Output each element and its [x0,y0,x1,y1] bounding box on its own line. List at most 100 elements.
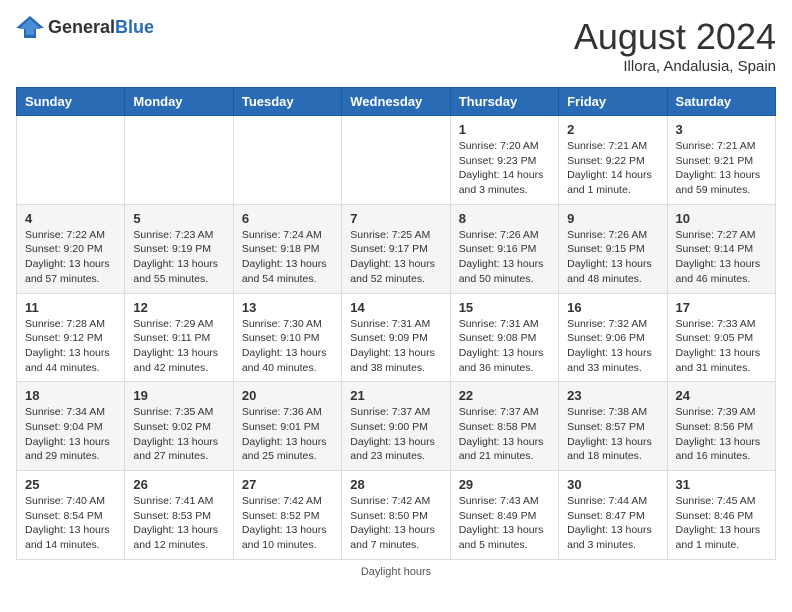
day-number: 27 [242,477,333,492]
calendar-day-cell: 16 Sunrise: 7:32 AM Sunset: 9:06 PM Dayli… [559,293,667,382]
calendar-day-cell: 25Sunrise: 7:40 AM Sunset: 8:54 PM Dayli… [17,471,125,560]
logo: GeneralBlue [16,16,154,38]
day-number: 23 [567,388,658,403]
day-number: 8 [459,211,550,226]
day-number: 2 [567,122,658,137]
day-info: Sunrise: 7:45 AM Sunset: 8:46 PM Dayligh… [676,494,767,553]
day-number: 12 [133,300,224,315]
day-info: Sunrise: 7:22 AM Sunset: 9:20 PM Dayligh… [25,228,116,287]
calendar-day-cell: 28 Sunrise: 7:42 AM Sunset: 8:50 PM Dayli… [342,471,450,560]
day-number: 19 [133,388,224,403]
day-info: Sunrise: 7:26 AM Sunset: 9:15 PM Dayligh… [567,228,658,287]
calendar-day-cell [17,116,125,205]
day-info: Sunrise: 7:28 AM Sunset: 9:12 PM Dayligh… [25,317,116,376]
day-info: Sunrise: 7:33 AM Sunset: 9:05 PM Dayligh… [676,317,767,376]
calendar-day-cell: 7 Sunrise: 7:25 AM Sunset: 9:17 PM Daylig… [342,204,450,293]
calendar-day-cell: 3 Sunrise: 7:21 AM Sunset: 9:21 PM Daylig… [667,116,775,205]
calendar-header-row: Sunday Monday Tuesday Wednesday Thursday… [17,88,776,116]
header-thursday: Thursday [450,88,558,116]
calendar-day-cell: 6Sunrise: 7:24 AM Sunset: 9:18 PM Daylig… [233,204,341,293]
calendar-week-row: 18Sunrise: 7:34 AM Sunset: 9:04 PM Dayli… [17,382,776,471]
footer-note: Daylight hours [16,566,776,578]
day-number: 10 [676,211,767,226]
day-info: Sunrise: 7:30 AM Sunset: 9:10 PM Dayligh… [242,317,333,376]
calendar-day-cell: 15 Sunrise: 7:31 AM Sunset: 9:08 PM Dayli… [450,293,558,382]
calendar-table: Sunday Monday Tuesday Wednesday Thursday… [16,87,776,560]
day-info: Sunrise: 7:42 AM Sunset: 8:50 PM Dayligh… [350,494,441,553]
calendar-day-cell: 17 Sunrise: 7:33 AM Sunset: 9:05 PM Dayli… [667,293,775,382]
title-section: August 2024 Illora, Andalusia, Spain [574,16,776,75]
calendar-day-cell: 2 Sunrise: 7:21 AM Sunset: 9:22 PM Daylig… [559,116,667,205]
calendar-week-row: 25Sunrise: 7:40 AM Sunset: 8:54 PM Dayli… [17,471,776,560]
day-info: Sunrise: 7:35 AM Sunset: 9:02 PM Dayligh… [133,405,224,464]
day-number: 1 [459,122,550,137]
calendar-day-cell: 5 Sunrise: 7:23 AM Sunset: 9:19 PM Daylig… [125,204,233,293]
calendar-day-cell: 22 Sunrise: 7:37 AM Sunset: 8:58 PM Dayli… [450,382,558,471]
header-monday: Monday [125,88,233,116]
day-number: 13 [242,300,333,315]
calendar-day-cell: 8 Sunrise: 7:26 AM Sunset: 9:16 PM Daylig… [450,204,558,293]
logo-blue: Blue [115,17,154,37]
day-info: Sunrise: 7:31 AM Sunset: 9:09 PM Dayligh… [350,317,441,376]
calendar-day-cell: 30Sunrise: 7:44 AM Sunset: 8:47 PM Dayli… [559,471,667,560]
day-info: Sunrise: 7:21 AM Sunset: 9:21 PM Dayligh… [676,139,767,198]
day-info: Sunrise: 7:37 AM Sunset: 8:58 PM Dayligh… [459,405,550,464]
day-info: Sunrise: 7:25 AM Sunset: 9:17 PM Dayligh… [350,228,441,287]
calendar-day-cell: 14Sunrise: 7:31 AM Sunset: 9:09 PM Dayli… [342,293,450,382]
header-sunday: Sunday [17,88,125,116]
day-number: 3 [676,122,767,137]
month-year: August 2024 [574,16,776,58]
day-info: Sunrise: 7:31 AM Sunset: 9:08 PM Dayligh… [459,317,550,376]
calendar-day-cell: 4 Sunrise: 7:22 AM Sunset: 9:20 PM Daylig… [17,204,125,293]
calendar-day-cell [233,116,341,205]
day-number: 16 [567,300,658,315]
calendar-day-cell: 1Sunrise: 7:20 AM Sunset: 9:23 PM Daylig… [450,116,558,205]
day-info: Sunrise: 7:23 AM Sunset: 9:19 PM Dayligh… [133,228,224,287]
day-info: Sunrise: 7:32 AM Sunset: 9:06 PM Dayligh… [567,317,658,376]
day-info: Sunrise: 7:21 AM Sunset: 9:22 PM Dayligh… [567,139,658,198]
day-info: Sunrise: 7:27 AM Sunset: 9:14 PM Dayligh… [676,228,767,287]
calendar-day-cell: 26 Sunrise: 7:41 AM Sunset: 8:53 PM Dayli… [125,471,233,560]
calendar-day-cell: 20Sunrise: 7:36 AM Sunset: 9:01 PM Dayli… [233,382,341,471]
header-wednesday: Wednesday [342,88,450,116]
day-number: 15 [459,300,550,315]
calendar-week-row: 11 Sunrise: 7:28 AM Sunset: 9:12 PM Dayli… [17,293,776,382]
day-number: 4 [25,211,116,226]
page-header: GeneralBlue August 2024 Illora, Andalusi… [16,16,776,75]
calendar-day-cell: 10 Sunrise: 7:27 AM Sunset: 9:14 PM Dayli… [667,204,775,293]
day-info: Sunrise: 7:24 AM Sunset: 9:18 PM Dayligh… [242,228,333,287]
day-info: Sunrise: 7:44 AM Sunset: 8:47 PM Dayligh… [567,494,658,553]
logo-general: General [48,17,115,37]
day-info: Sunrise: 7:39 AM Sunset: 8:56 PM Dayligh… [676,405,767,464]
calendar-day-cell: 19 Sunrise: 7:35 AM Sunset: 9:02 PM Dayli… [125,382,233,471]
day-number: 28 [350,477,441,492]
calendar-week-row: 1Sunrise: 7:20 AM Sunset: 9:23 PM Daylig… [17,116,776,205]
calendar-day-cell [125,116,233,205]
day-number: 29 [459,477,550,492]
calendar-day-cell: 18Sunrise: 7:34 AM Sunset: 9:04 PM Dayli… [17,382,125,471]
header-tuesday: Tuesday [233,88,341,116]
calendar-day-cell: 12Sunrise: 7:29 AM Sunset: 9:11 PM Dayli… [125,293,233,382]
calendar-day-cell: 27 Sunrise: 7:42 AM Sunset: 8:52 PM Dayli… [233,471,341,560]
day-number: 5 [133,211,224,226]
calendar-day-cell: 29Sunrise: 7:43 AM Sunset: 8:49 PM Dayli… [450,471,558,560]
day-number: 9 [567,211,658,226]
day-info: Sunrise: 7:40 AM Sunset: 8:54 PM Dayligh… [25,494,116,553]
day-info: Sunrise: 7:38 AM Sunset: 8:57 PM Dayligh… [567,405,658,464]
day-number: 31 [676,477,767,492]
day-number: 11 [25,300,116,315]
day-number: 26 [133,477,224,492]
day-info: Sunrise: 7:42 AM Sunset: 8:52 PM Dayligh… [242,494,333,553]
day-number: 17 [676,300,767,315]
day-info: Sunrise: 7:34 AM Sunset: 9:04 PM Dayligh… [25,405,116,464]
header-friday: Friday [559,88,667,116]
calendar-day-cell [342,116,450,205]
calendar-day-cell: 21 Sunrise: 7:37 AM Sunset: 9:00 PM Dayli… [342,382,450,471]
day-number: 20 [242,388,333,403]
day-number: 22 [459,388,550,403]
day-number: 7 [350,211,441,226]
day-info: Sunrise: 7:26 AM Sunset: 9:16 PM Dayligh… [459,228,550,287]
day-info: Sunrise: 7:41 AM Sunset: 8:53 PM Dayligh… [133,494,224,553]
day-number: 21 [350,388,441,403]
day-info: Sunrise: 7:37 AM Sunset: 9:00 PM Dayligh… [350,405,441,464]
